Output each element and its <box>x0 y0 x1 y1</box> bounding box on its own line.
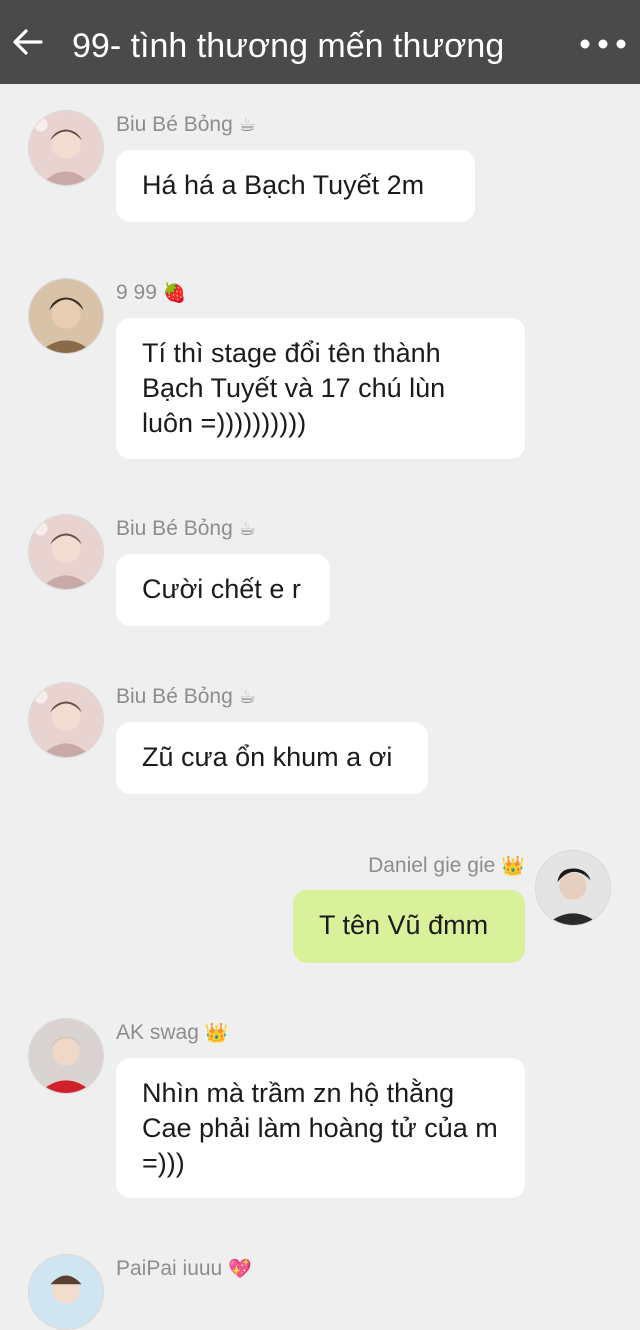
more-options-button[interactable] <box>576 24 630 64</box>
avatar[interactable] <box>28 110 104 186</box>
message-text: Zũ cưa ổn khum a ơi <box>142 742 393 772</box>
sender-name: Daniel gie gie 👑 <box>368 854 525 877</box>
chat-title: 99- tình thương mến thương <box>72 27 505 65</box>
chat-header: 99- tình thương mến thương <box>0 0 640 84</box>
sender-name: Biu Bé Bỏng ☕ <box>116 113 256 136</box>
avatar[interactable] <box>535 850 611 926</box>
arrow-left-icon <box>13 29 43 55</box>
message-text: Tí thì stage đổi tên thành Bạch Tuyết và… <box>142 338 446 438</box>
sender-name: Biu Bé Bỏng ☕ <box>116 685 256 708</box>
message-bubble-mine[interactable]: T tên Vũ đmm <box>293 890 525 963</box>
avatar[interactable] <box>28 1254 104 1330</box>
avatar[interactable] <box>28 682 104 758</box>
more-dots-icon <box>580 39 626 49</box>
sender-name: 9 99 🍓 <box>116 281 187 304</box>
message-text: Nhìn mà trầm zn hộ thằng Cae phải làm ho… <box>142 1078 498 1178</box>
back-button[interactable] <box>10 24 46 60</box>
strawberry-icon: 🍓 <box>162 283 187 304</box>
avatar[interactable] <box>28 1018 104 1094</box>
coffee-icon: ☕ <box>238 687 256 708</box>
coffee-icon: ☕ <box>238 115 256 136</box>
message-bubble[interactable]: Tí thì stage đổi tên thành Bạch Tuyết và… <box>116 318 525 459</box>
message-bubble[interactable]: Há há a Bạch Tuyết 2m <box>116 150 475 222</box>
sender-name: PaiPai iuuu 💖 <box>116 1257 252 1280</box>
heart-icon: 💖 <box>228 1259 252 1280</box>
crown-icon: 👑 <box>501 856 525 877</box>
avatar[interactable] <box>28 278 104 354</box>
message-bubble[interactable]: Cười chết e r <box>116 554 330 626</box>
sender-name: Biu Bé Bỏng ☕ <box>116 517 256 540</box>
sender-name: AK swag 👑 <box>116 1021 229 1044</box>
message-text: T tên Vũ đmm <box>319 910 489 940</box>
avatar[interactable] <box>28 514 104 590</box>
crown-icon: 👑 <box>204 1023 229 1044</box>
coffee-icon: ☕ <box>238 519 256 540</box>
message-text: Cười chết e r <box>142 574 301 604</box>
message-text: Há há a Bạch Tuyết 2m <box>142 170 425 200</box>
message-bubble[interactable]: Zũ cưa ổn khum a ơi <box>116 722 428 794</box>
message-bubble[interactable]: Nhìn mà trầm zn hộ thằng Cae phải làm ho… <box>116 1058 525 1198</box>
